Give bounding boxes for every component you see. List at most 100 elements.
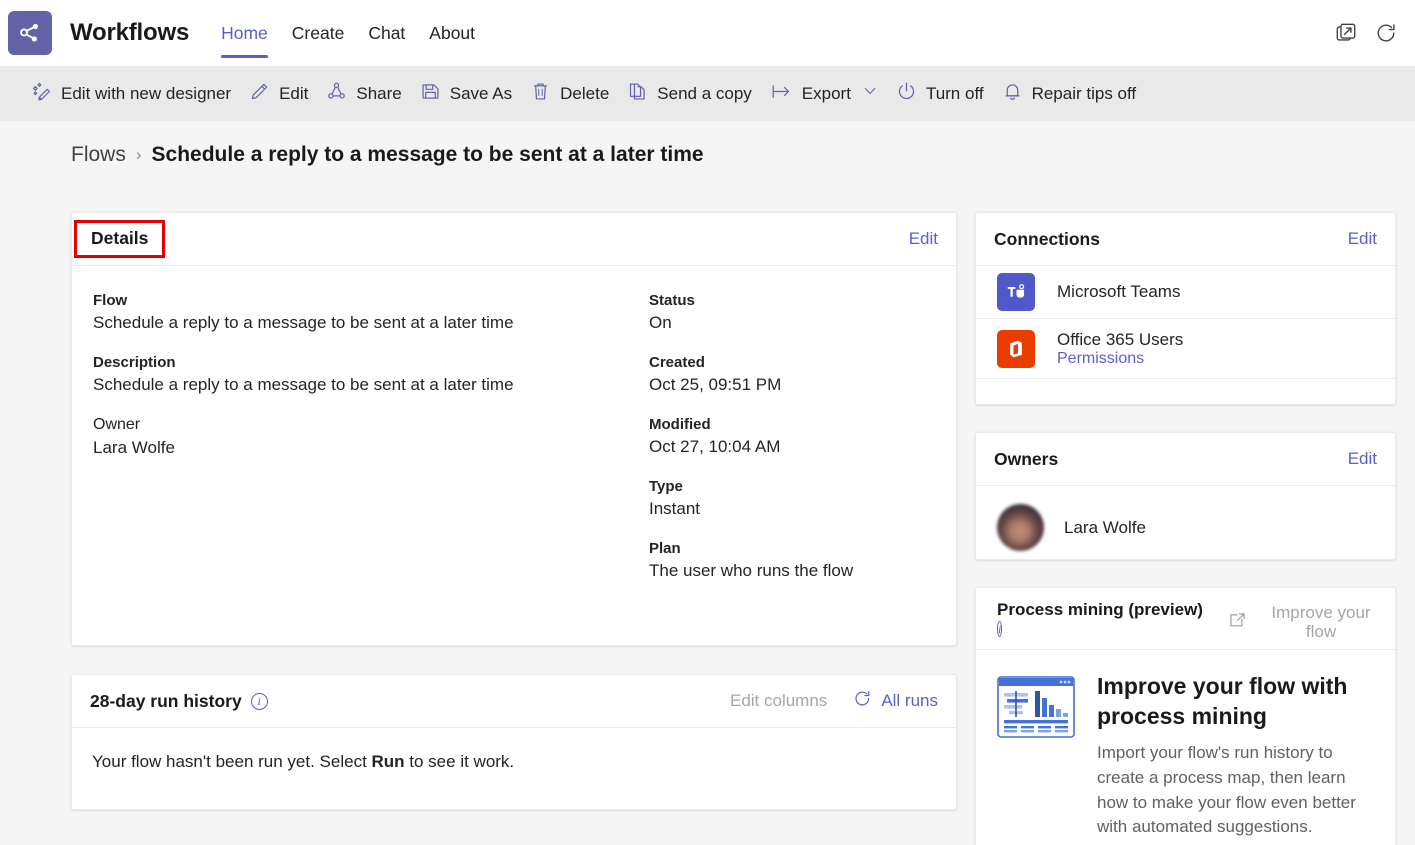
field-description: Description Schedule a reply to a messag… (93, 354, 649, 395)
improve-your-flow-link[interactable]: Improve your flow (1227, 600, 1380, 641)
save-icon (420, 81, 441, 107)
edit-columns-button[interactable]: Edit columns (730, 691, 827, 711)
process-mining-body: Improve your flow with process mining Im… (976, 650, 1395, 845)
run-history-actions: Edit columns All runs (730, 689, 938, 713)
process-mining-header: Process mining (preview) i Improve your … (976, 588, 1395, 651)
empty-text-before: Your flow hasn't been run yet. Select (92, 752, 372, 771)
send-a-copy-button[interactable]: Send a copy (618, 75, 761, 113)
nav-item-about[interactable]: About (417, 0, 487, 66)
connections-edit-link[interactable]: Edit (1348, 229, 1377, 249)
connection-name: Office 365 Users (1057, 329, 1184, 349)
connection-permissions-link[interactable]: Permissions (1057, 350, 1183, 368)
edit-button[interactable]: Edit (240, 75, 317, 113)
field-value: Oct 27, 10:04 AM (649, 437, 781, 456)
chevron-down-icon[interactable] (862, 83, 878, 104)
trash-icon (530, 81, 551, 107)
field-value: Schedule a reply to a message to be sent… (93, 313, 514, 332)
app-title: Workflows (70, 19, 190, 46)
export-icon (770, 81, 793, 107)
details-title: Details (91, 228, 149, 248)
workflows-logo-icon (8, 11, 52, 55)
connection-info: Office 365 Users Permissions (1057, 330, 1183, 368)
delete-button[interactable]: Delete (521, 75, 618, 113)
run-history-title-wrap: 28-day run history i (90, 691, 268, 712)
connection-row-teams[interactable]: Microsoft Teams (976, 266, 1395, 319)
breadcrumb: Flows › Schedule a reply to a message to… (71, 143, 704, 167)
breadcrumb-separator: › (135, 145, 142, 164)
details-card-header: Details Edit (72, 213, 956, 266)
command-label: Edit with new designer (61, 83, 232, 103)
connections-header: Connections Edit (976, 213, 1395, 266)
field-modified: Modified Oct 27, 10:04 AM (649, 416, 949, 457)
save-as-button[interactable]: Save As (411, 75, 521, 113)
command-label: Export (801, 83, 851, 103)
field-label: Plan (649, 540, 681, 557)
repair-tips-button[interactable]: Repair tips off (993, 75, 1146, 113)
connection-row-office365[interactable]: Office 365 Users Permissions (976, 319, 1395, 379)
all-runs-button[interactable]: All runs (853, 689, 938, 713)
run-history-card: 28-day run history i Edit columns All ru… (71, 674, 957, 810)
turn-off-button[interactable]: Turn off (887, 75, 993, 113)
field-plan: Plan The user who runs the flow (649, 540, 949, 581)
empty-text-run: Run (371, 752, 405, 771)
process-mining-card: Process mining (preview) i Improve your … (975, 587, 1396, 845)
process-mining-title: Process mining (preview) (997, 600, 1203, 619)
pencil-icon (249, 81, 270, 107)
process-mining-description: Import your flow's run history to create… (1097, 742, 1356, 837)
magic-wand-edit-icon (31, 81, 52, 107)
field-label: Owner (93, 416, 141, 433)
command-label: Share (356, 83, 402, 103)
run-history-title: 28-day run history (90, 690, 242, 711)
field-flow: Flow Schedule a reply to a message to be… (93, 292, 649, 333)
info-icon[interactable]: i (997, 621, 1003, 637)
export-button[interactable]: Export (761, 75, 887, 113)
details-left-fields: Flow Schedule a reply to a message to be… (72, 292, 649, 581)
connections-title: Connections (994, 228, 1100, 249)
edit-with-new-designer-button[interactable]: Edit with new designer (22, 75, 240, 113)
process-mining-text: Improve your flow with process mining Im… (1097, 672, 1377, 840)
microsoft-teams-icon (997, 273, 1035, 311)
info-icon[interactable]: i (250, 692, 268, 710)
field-value: Lara Wolfe (93, 438, 175, 457)
details-body: Flow Schedule a reply to a message to be… (72, 266, 956, 581)
popout-icon[interactable] (1335, 22, 1357, 44)
owners-header: Owners Edit (976, 433, 1395, 486)
run-history-header: 28-day run history i Edit columns All ru… (72, 675, 956, 728)
field-label: Type (649, 478, 683, 495)
owner-name: Lara Wolfe (1064, 517, 1146, 537)
main-nav: Home Create Chat About (209, 0, 487, 66)
page-title: Schedule a reply to a message to be sent… (151, 143, 704, 166)
field-value: Schedule a reply to a message to be sent… (93, 375, 514, 394)
command-bar: Edit with new designer Edit Share Save A… (0, 66, 1415, 121)
process-mining-title-wrap: Process mining (preview) i (997, 600, 1203, 638)
header-actions (1335, 22, 1415, 44)
command-label: Save As (449, 83, 513, 103)
improve-your-flow-label: Improve your flow (1271, 603, 1371, 642)
connection-name: Microsoft Teams (1057, 282, 1181, 301)
details-edit-link[interactable]: Edit (909, 229, 938, 249)
details-right-fields: Status On Created Oct 25, 09:51 PM Modif… (649, 292, 949, 581)
command-label: Delete (560, 83, 610, 103)
field-status: Status On (649, 292, 949, 333)
avatar (997, 504, 1044, 551)
left-column: Details Edit Flow Schedule a reply to a … (71, 212, 957, 810)
share-button[interactable]: Share (317, 75, 410, 113)
nav-item-chat[interactable]: Chat (356, 0, 417, 66)
field-value: On (649, 313, 672, 332)
connections-card: Connections Edit Microsoft Teams Office … (975, 212, 1396, 405)
field-value: Instant (649, 499, 701, 518)
field-owner: Owner Lara Wolfe (93, 416, 649, 458)
app-header: Workflows Home Create Chat About (0, 0, 1415, 66)
nav-item-home[interactable]: Home (209, 0, 280, 66)
breadcrumb-flows-link[interactable]: Flows (71, 143, 126, 167)
field-label: Modified (649, 416, 711, 433)
field-label: Flow (93, 292, 128, 309)
refresh-icon (853, 689, 872, 713)
nav-item-create[interactable]: Create (280, 0, 357, 66)
owner-row: Lara Wolfe (976, 486, 1395, 569)
command-label: Turn off (925, 83, 984, 103)
refresh-icon[interactable] (1375, 22, 1397, 44)
owners-edit-link[interactable]: Edit (1348, 449, 1377, 469)
command-label: Edit (279, 83, 309, 103)
right-column: Connections Edit Microsoft Teams Office … (975, 212, 1396, 845)
